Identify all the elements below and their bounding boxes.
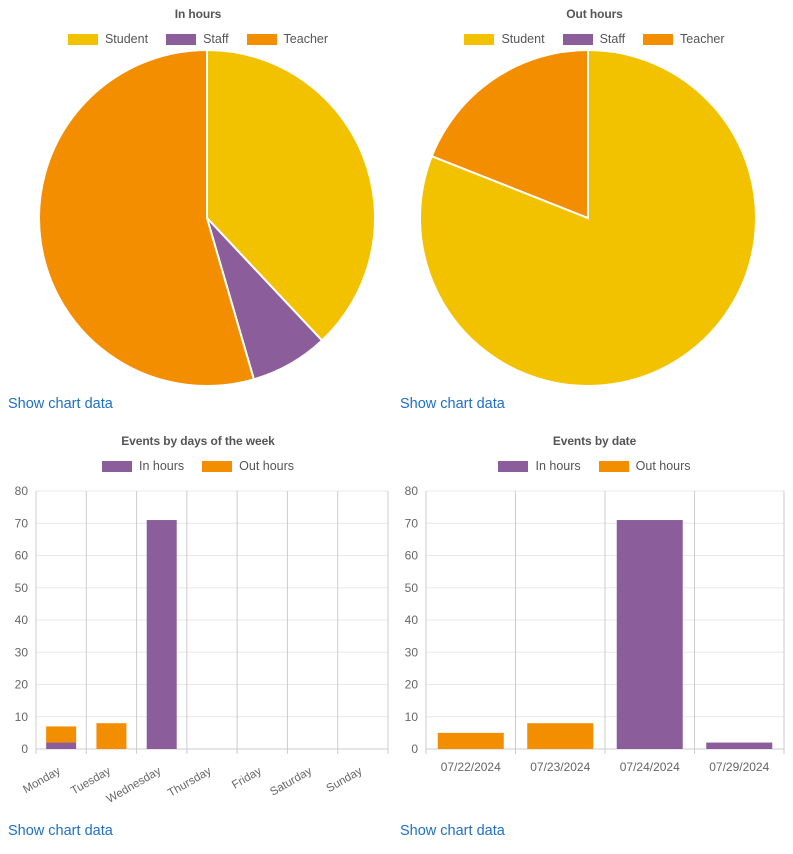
legend-label-staff: Staff: [203, 31, 229, 46]
pie-svg-out-hours: [419, 48, 757, 386]
x-axis-category-label: Wednesday: [105, 765, 164, 806]
legend-label-in-hours: In hours: [138, 458, 185, 473]
pie-chart-out-hours: [396, 46, 793, 386]
legend-swatch-staff-icon: [562, 33, 593, 45]
y-axis-tick-label: 40: [405, 613, 419, 627]
x-axis-category-label: 07/22/2024: [441, 760, 501, 774]
y-axis-tick-label: 20: [15, 678, 29, 692]
y-axis-tick-label: 40: [15, 613, 29, 627]
legend-item-staff[interactable]: Staff: [562, 31, 626, 46]
legend-swatch-in-hours-icon: [101, 460, 132, 472]
y-axis-tick-label: 10: [405, 710, 419, 724]
x-axis-category-label: 07/29/2024: [709, 760, 769, 774]
bar-segment[interactable]: [96, 723, 127, 749]
chart-title-events-by-days: Events by days of the week: [121, 434, 275, 448]
x-axis-category-label: Tuesday: [69, 765, 113, 797]
legend-label-in-hours: In hours: [535, 458, 581, 473]
legend-events-by-date: In hours Out hours: [396, 459, 793, 473]
legend-swatch-teacher-icon: [246, 33, 277, 45]
panel-events-by-date: Events by date In hours Out hours 0 10 20 3…: [396, 427, 793, 854]
bar-segment[interactable]: [437, 732, 504, 749]
legend-item-in-hours[interactable]: In hours: [101, 458, 185, 473]
legend-item-in-hours[interactable]: In hours: [498, 458, 581, 473]
legend-out-hours: Student Staff Teacher: [396, 32, 793, 46]
x-axis-category-label: Thursday: [166, 765, 214, 799]
legend-label-teacher: Teacher: [680, 31, 725, 46]
bar-segment[interactable]: [706, 742, 773, 749]
y-axis-tick-label: 70: [15, 516, 29, 530]
chart-title-in-hours: In hours: [174, 7, 222, 21]
legend-events-by-days: In hours Out hours: [0, 459, 396, 473]
bar-svg-events-by-days: 0 10 20 30 40 50 60 70 80 Monday TuesdayWednesday T…: [15, 484, 389, 806]
y-axis-tick-label: 0: [411, 742, 418, 756]
bar-segment[interactable]: [46, 726, 77, 743]
y-axis-tick-label: 20: [405, 678, 419, 692]
pie-chart-in-hours: [0, 46, 396, 386]
y-axis-tick-label: 80: [405, 484, 419, 498]
legend-label-student: Student: [501, 31, 545, 46]
pie-svg-in-hours: [38, 48, 376, 386]
show-chart-data-link-events-by-date[interactable]: Show chart data: [400, 823, 505, 840]
legend-swatch-student-icon: [67, 33, 98, 45]
x-axis-category-label: 07/24/2024: [620, 760, 680, 774]
legend-item-teacher[interactable]: Teacher: [643, 31, 725, 46]
show-chart-data-link-events-by-days[interactable]: Show chart data: [8, 823, 113, 840]
y-axis-tick-label: 10: [15, 710, 29, 724]
legend-swatch-in-hours-icon: [498, 460, 529, 472]
bar-chart-events-by-date: 0 10 20 30 40 50 60 70 80 07/22/2024 07/23/2024 07/…: [396, 473, 793, 828]
y-axis-tick-label: 30: [15, 645, 29, 659]
x-axis-category-label: 07/23/2024: [530, 760, 590, 774]
y-axis-tick-label: 60: [15, 549, 29, 563]
legend-label-teacher: Teacher: [283, 31, 329, 46]
chart-title-out-hours: Out hours: [566, 7, 623, 21]
x-axis-category-label: Saturday: [268, 765, 314, 799]
legend-swatch-out-hours-icon: [598, 460, 629, 472]
legend-item-student[interactable]: Student: [67, 31, 149, 46]
y-axis-tick-label: 50: [405, 581, 419, 595]
x-axis-category-label: Sunday: [325, 765, 365, 795]
show-chart-data-link-in-hours[interactable]: Show chart data: [8, 396, 113, 413]
bar-segment[interactable]: [146, 520, 177, 749]
legend-item-teacher[interactable]: Teacher: [246, 31, 329, 46]
y-axis-tick-label: 60: [405, 549, 419, 563]
legend-swatch-out-hours-icon: [202, 460, 233, 472]
bar-chart-events-by-days: 0 10 20 30 40 50 60 70 80 Monday Tuesday Wednesday T…: [0, 473, 396, 828]
charts-dashboard: In hours Student Staff Teacher Show char…: [0, 0, 793, 854]
legend-item-staff[interactable]: Staff: [166, 31, 229, 46]
legend-swatch-student-icon: [464, 33, 495, 45]
bar-segment[interactable]: [46, 742, 77, 749]
x-axis-category-label: Monday: [21, 765, 63, 796]
y-axis-tick-label: 0: [21, 742, 28, 756]
y-axis-tick-label: 30: [405, 645, 419, 659]
legend-swatch-teacher-icon: [643, 33, 674, 45]
legend-label-student: Student: [104, 31, 149, 46]
legend-item-out-hours[interactable]: Out hours: [598, 458, 691, 473]
panel-in-hours-pie: In hours Student Staff Teacher Show char…: [0, 0, 396, 427]
bar-segment[interactable]: [527, 723, 594, 749]
bar-segment[interactable]: [616, 520, 683, 749]
legend-item-out-hours[interactable]: Out hours: [202, 458, 295, 473]
legend-label-out-hours: Out hours: [635, 458, 691, 473]
panel-events-by-days: Events by days of the week In hours Out …: [0, 427, 396, 854]
y-axis-tick-label: 50: [15, 581, 29, 595]
legend-label-staff: Staff: [599, 31, 626, 46]
legend-item-student[interactable]: Student: [464, 31, 545, 46]
chart-title-events-by-date: Events by date: [552, 434, 637, 448]
show-chart-data-link-out-hours[interactable]: Show chart data: [400, 396, 505, 413]
legend-in-hours: Student Staff Teacher: [0, 32, 396, 46]
y-axis-tick-label: 70: [405, 516, 419, 530]
x-axis-category-label: Friday: [230, 765, 264, 791]
y-axis-tick-label: 80: [15, 484, 29, 498]
panel-out-hours-pie: Out hours Student Staff Teacher Show cha…: [396, 0, 793, 427]
bar-svg-events-by-date: 0 10 20 30 40 50 60 70 80 07/22/2024 07/23/2024 07/…: [405, 484, 785, 774]
legend-swatch-staff-icon: [166, 33, 197, 45]
legend-label-out-hours: Out hours: [239, 458, 295, 473]
